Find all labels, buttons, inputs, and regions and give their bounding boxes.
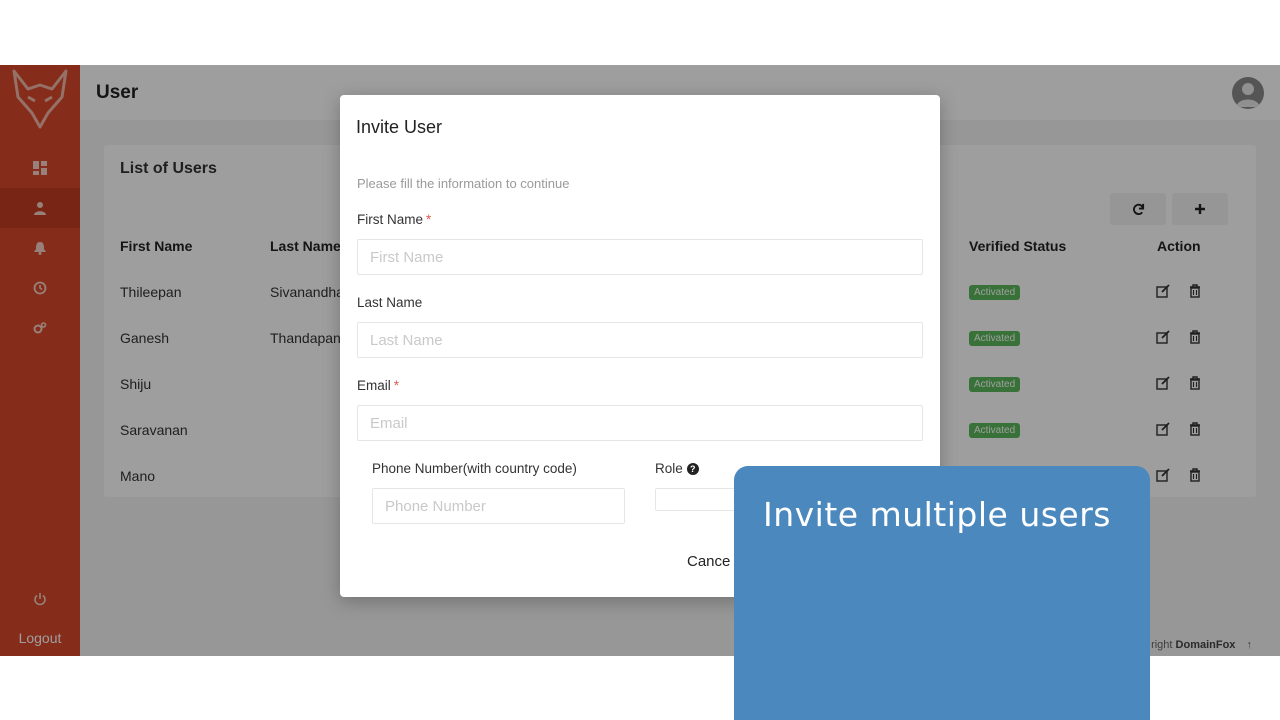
modal-subtitle: Please fill the information to continue [357,176,570,191]
email-field[interactable] [357,405,923,441]
modal-title: Invite User [356,117,443,137]
promo-text: Invite multiple users [763,495,1111,534]
question-circle-icon[interactable]: ? [686,463,699,476]
first-name-label: First Name * [357,212,432,227]
required-mark: * [426,212,432,227]
last-name-field[interactable] [357,322,923,358]
role-label: Role? [655,461,699,476]
phone-field[interactable] [372,488,625,524]
first-name-field[interactable] [357,239,923,275]
phone-label: Phone Number(with country code) [372,461,577,476]
required-mark: * [393,378,400,393]
email-label: Email * [357,378,400,393]
promo-banner: Invite multiple users [734,466,1150,720]
last-name-label: Last Name [357,295,423,310]
cancel-button[interactable]: Cance [687,553,730,570]
